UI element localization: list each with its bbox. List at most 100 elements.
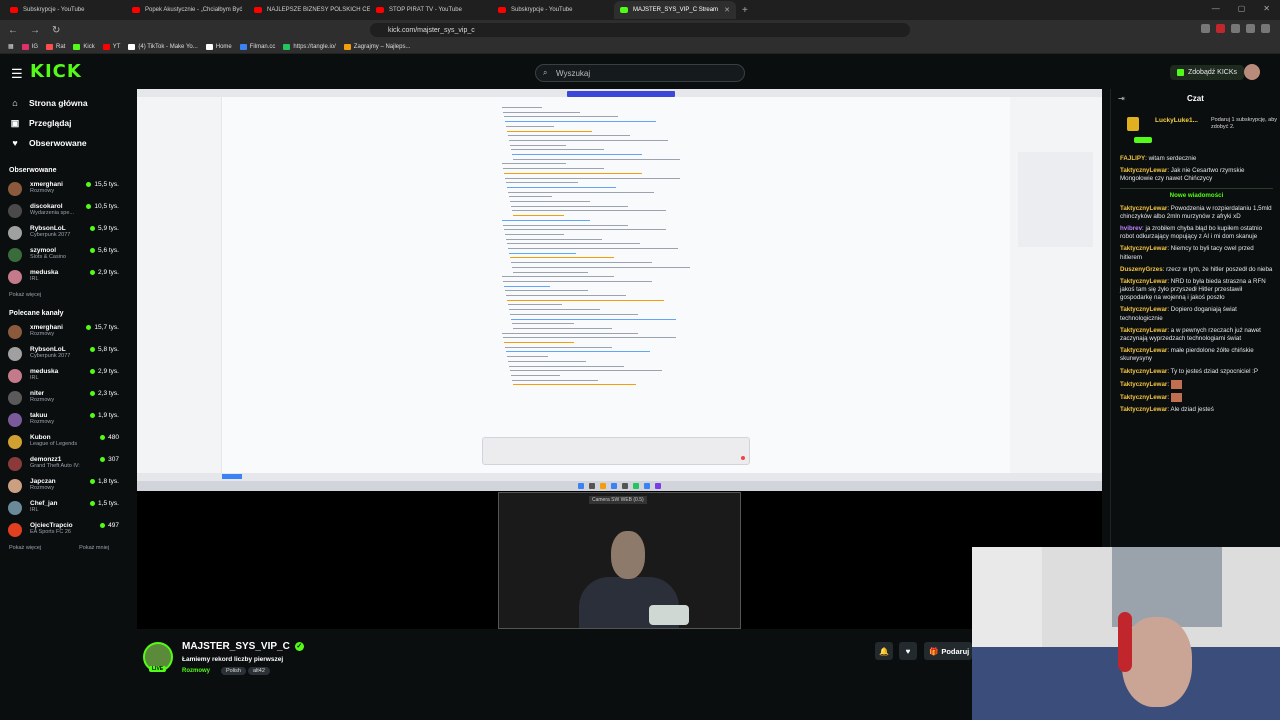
sidebar-channel[interactable]: Japczan Rozmowy 1,8 tys. — [0, 475, 128, 497]
browser-tab[interactable]: NAJLEPSZE BIZNESY POLSKICH CELE — [248, 1, 370, 19]
extension-icon[interactable] — [1216, 24, 1225, 33]
chat-message: TaktycznyLewar: — [1120, 379, 1273, 389]
bookmark-label: Rat — [56, 43, 66, 50]
search-input[interactable]: ⌕ Wyszukaj — [535, 64, 745, 82]
sidebar-channel[interactable]: szymool Slots & Casino 5,6 tys. — [0, 244, 128, 266]
tag-alt[interactable]: alt42 — [248, 667, 270, 675]
chat-message: TaktycznyLewar: Jak nie Cesartwo rzymski… — [1120, 167, 1245, 183]
video-player[interactable]: Camera SW WEB (0.5) — [137, 89, 1102, 629]
chat-text: witam serdecznie — [1148, 155, 1197, 162]
chat-messages: FAJLIPY: witam serdecznie TaktycznyLewar:… — [1111, 155, 1280, 575]
sidebar: ⌂ Strona główna ▣ Przeglądaj ♥ Obserwowane Ob… — [0, 89, 128, 720]
recommended-show-less[interactable]: Pokaż mniej — [79, 545, 109, 551]
minimize-icon[interactable]: — — [1212, 4, 1220, 13]
bookmark-item[interactable]: YT — [102, 43, 121, 50]
channel-category: IRL — [30, 375, 39, 381]
chat-username[interactable]: TaktycznyLewar — [1120, 368, 1167, 375]
channel-category: League of Legends — [30, 441, 78, 447]
browser-tab[interactable]: Subskrypcje - YouTube — [492, 1, 614, 19]
tab-favicon-icon — [10, 7, 18, 13]
user-avatar[interactable] — [1244, 64, 1260, 80]
chat-username[interactable]: TaktycznyLewar — [1120, 306, 1167, 313]
reload-icon[interactable]: ↻ — [52, 25, 66, 36]
bookmark-item[interactable]: Rat — [46, 43, 66, 50]
chat-username[interactable]: FAJLIPY — [1120, 155, 1145, 162]
code-line — [504, 172, 642, 174]
channel-name: demonzz1 — [30, 456, 62, 463]
sidebar-channel[interactable]: meduska IRL 2,9 tys. — [0, 266, 128, 288]
sidebar-channel[interactable]: Kubon League of Legends 480 — [0, 431, 128, 453]
channel-name[interactable]: MAJSTER_SYS_VIP_C ✓ — [182, 641, 304, 652]
channel-category: Rozmowy — [30, 188, 55, 194]
sidebar-channel[interactable]: takuu Rozmowy 1,9 tys. — [0, 409, 128, 431]
channel-avatar — [8, 457, 22, 471]
close-tab-icon[interactable]: ✕ — [724, 6, 730, 14]
viewer-count-text: 15,5 tys. — [94, 181, 119, 188]
chat-username[interactable]: TaktycznyLewar — [1120, 347, 1167, 354]
sidebar-channel[interactable]: RybsonLoL Cyberpunk 2077 5,8 tys. — [0, 343, 128, 365]
bookmark-label: YT — [112, 43, 121, 50]
code-line — [512, 154, 642, 155]
live-dot-icon — [90, 391, 96, 396]
browser-tab[interactable]: Subskrypcje - YouTube — [4, 1, 126, 19]
chat-username[interactable]: TaktycznyLewar — [1120, 205, 1167, 212]
bookmark-item[interactable]: Filman.cc — [239, 43, 275, 50]
new-tab-button[interactable]: + — [742, 5, 748, 16]
follow-heart-icon[interactable]: ♥ — [899, 642, 917, 660]
sidebar-nav-item[interactable]: ⌂ Strona główna — [0, 93, 128, 113]
kick-logo[interactable]: KICK — [30, 61, 82, 82]
bookmark-item[interactable]: https://tangle.io/ — [283, 43, 336, 50]
extension-icon[interactable] — [1246, 24, 1255, 33]
hamburger-menu-icon[interactable]: ☰ — [11, 66, 23, 82]
chat-username[interactable]: TaktycznyLewar — [1120, 245, 1167, 252]
chat-username[interactable]: TaktycznyLewar — [1120, 327, 1167, 334]
sidebar-channel[interactable]: niter Rozmowy 2,3 tys. — [0, 387, 128, 409]
bookmark-item[interactable]: (4) TikTok - Make Yo... — [128, 43, 198, 50]
sidebar-channel[interactable]: RybsonLoL Cyberpunk 2077 5,9 tys. — [0, 222, 128, 244]
channel-avatar — [8, 413, 22, 427]
stream-category[interactable]: Rozmowy — [182, 668, 210, 674]
chat-username[interactable]: TaktycznyLewar — [1120, 394, 1167, 401]
sidebar-channel[interactable]: meduska IRL 2,9 tys. — [0, 365, 128, 387]
back-icon[interactable]: ← — [8, 25, 22, 36]
extension-icon[interactable] — [1201, 24, 1210, 33]
recommended-show-more[interactable]: Pokaż więcej — [9, 545, 41, 551]
screen-titlebar — [137, 89, 1102, 97]
chat-username[interactable]: hvibrev — [1120, 225, 1142, 232]
get-kicks-button[interactable]: Zdobądź KICKs — [1170, 65, 1245, 80]
chat-username[interactable]: TaktycznyLewar — [1120, 167, 1167, 174]
menu-icon[interactable] — [1261, 24, 1270, 33]
sidebar-channel[interactable]: Chef_jan IRL 1,5 tys. — [0, 497, 128, 519]
chat-username[interactable]: TaktycznyLewar — [1120, 381, 1167, 388]
sidebar-channel[interactable]: discokarol Wydarzenia spe... 10,5 tys. — [0, 200, 128, 222]
browser-tab[interactable]: STOP PIRAT TV - YouTube — [370, 1, 492, 19]
forward-icon[interactable]: → — [30, 25, 44, 36]
sidebar-channel[interactable]: xmerghani Rozmowy 15,5 tys. — [0, 178, 128, 200]
collapse-chat-icon[interactable]: ⇥ — [1118, 94, 1125, 103]
sidebar-nav-item[interactable]: ♥ Obserwowane — [0, 133, 128, 153]
pinned-gift-banner[interactable]: LuckyLuke1... Podaruj 1 subskrypcję, aby… — [1117, 115, 1277, 145]
tag-polish[interactable]: Polish — [221, 667, 246, 675]
extension-icon[interactable] — [1231, 24, 1240, 33]
bookmark-item[interactable]: IG — [21, 43, 38, 50]
sidebar-channel[interactable]: OjciecTrapcio EA Sports FC 26 497 — [0, 519, 128, 541]
close-icon[interactable]: ✕ — [1263, 4, 1270, 13]
url-field[interactable]: kick.com/majster_sys_vip_c — [370, 23, 910, 37]
emote-icon — [1170, 393, 1182, 403]
sidebar-nav-item[interactable]: ▣ Przeglądaj — [0, 113, 128, 133]
browser-tab[interactable]: MAJSTER_SYS_VIP_C Stream ✕ — [614, 1, 736, 19]
sidebar-channel[interactable]: demonzz1 Grand Theft Auto IV:... 307 — [0, 453, 128, 475]
followed-show-more[interactable]: Pokaż więcej — [9, 292, 41, 298]
chat-username[interactable]: DuszenyGrzes — [1120, 266, 1163, 273]
maximize-icon[interactable]: ▢ — [1238, 4, 1246, 13]
bookmark-item[interactable]: Kick — [73, 43, 95, 50]
chat-username[interactable]: TaktycznyLewar — [1120, 406, 1167, 413]
notification-bell-icon[interactable]: 🔔 — [875, 642, 893, 660]
sidebar-channel[interactable]: xmerghani Rozmowy 15,7 tys. — [0, 321, 128, 343]
browser-tab[interactable]: Popek Akustycznie - „Chciałbym Być — [126, 1, 248, 19]
chat-username[interactable]: TaktycznyLewar — [1120, 278, 1167, 285]
bookmark-item[interactable]: Home — [205, 43, 232, 50]
gift-sub-button[interactable]: 🎁 Podaruj — [924, 642, 972, 660]
bookmark-item[interactable]: Zagrajmy – Najleps... — [343, 43, 410, 50]
apps-icon[interactable]: ▦ — [8, 43, 14, 50]
